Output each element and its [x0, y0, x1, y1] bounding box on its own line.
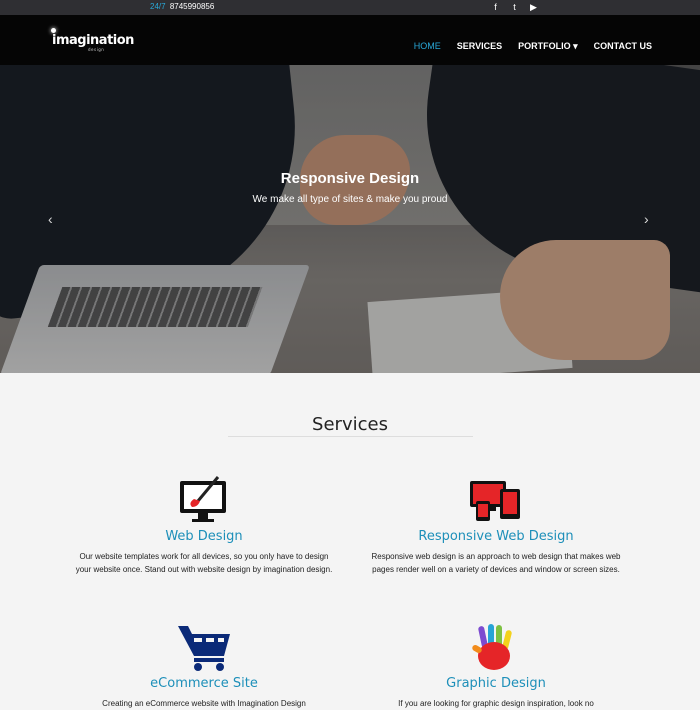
painted-hand-icon: [366, 622, 626, 672]
card-title: Responsive Web Design: [418, 529, 574, 544]
service-card-graphic: Graphic Design If you are looking for gr…: [366, 622, 626, 710]
navbar: imagination design HOME SERVICES PORTFOL…: [0, 15, 700, 65]
devices-icon: [366, 475, 626, 525]
hero-subtitle: We make all type of sites & make you pro…: [252, 194, 448, 205]
nav-portfolio[interactable]: PORTFOLIO ▾: [518, 41, 578, 52]
brand-logo[interactable]: imagination design: [51, 28, 134, 52]
nav-services[interactable]: SERVICES: [457, 41, 502, 52]
services-divider: [228, 436, 473, 437]
nav-contact[interactable]: CONTACT US: [594, 41, 652, 52]
hero-title: Responsive Design: [280, 170, 420, 187]
phone-info: 24/7 8745990856: [150, 2, 214, 11]
bulb-icon: [51, 28, 56, 33]
brand-name: imagination: [52, 33, 134, 48]
service-card-ecommerce: eCommerce Site Creating an eCommerce web…: [74, 622, 334, 710]
service-card-web-design: Web Design Our website templates work fo…: [74, 475, 334, 576]
card-title: Web Design: [165, 529, 243, 544]
card-text: Responsive web design is an approach to …: [371, 552, 621, 574]
service-card-responsive: Responsive Web Design Responsive web des…: [366, 475, 626, 576]
card-text: Creating an eCommerce website with Imagi…: [102, 699, 306, 708]
card-title: Graphic Design: [446, 676, 546, 691]
monitor-brush-icon: [74, 475, 334, 525]
card-text: Our website templates work for all devic…: [75, 552, 333, 574]
social-links: f t ▶: [490, 1, 539, 13]
facebook-icon[interactable]: f: [490, 1, 501, 13]
hero-overlay: [0, 65, 700, 373]
hero-carousel: Responsive Design We make all type of si…: [0, 65, 700, 373]
twitter-icon[interactable]: t: [509, 1, 520, 13]
shopping-cart-icon: [74, 622, 334, 672]
carousel-prev-icon[interactable]: ‹: [48, 211, 53, 227]
phone-prefix: 24/7: [150, 2, 166, 11]
card-title: eCommerce Site: [150, 676, 258, 691]
top-bar: 24/7 8745990856 f t ▶: [0, 0, 700, 15]
phone-number: 8745990856: [169, 2, 215, 11]
nav-home[interactable]: HOME: [414, 41, 441, 52]
carousel-next-icon[interactable]: ›: [644, 211, 649, 227]
brand-sub: design: [88, 47, 105, 52]
services-heading: Services: [312, 414, 388, 435]
youtube-icon[interactable]: ▶: [528, 1, 539, 13]
card-text: If you are looking for graphic design in…: [398, 699, 594, 708]
main-nav: HOME SERVICES PORTFOLIO ▾ CONTACT US: [414, 41, 652, 52]
